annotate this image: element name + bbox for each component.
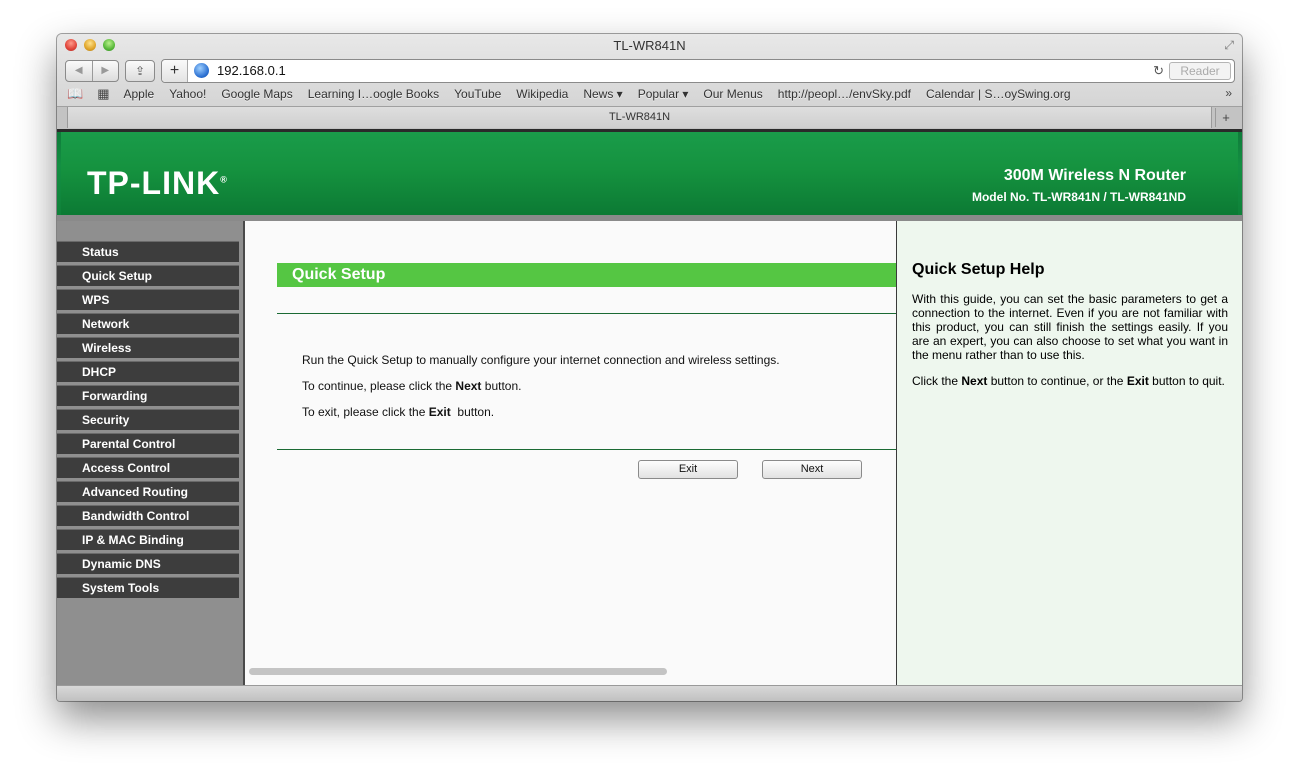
- menu-item-ip-mac-binding[interactable]: IP & MAC Binding: [57, 529, 239, 550]
- help-next-bold: Next: [961, 374, 988, 388]
- menu-item-wps[interactable]: WPS: [57, 289, 239, 310]
- menu-item-forwarding[interactable]: Forwarding: [57, 385, 239, 406]
- window-title: TL-WR841N: [613, 38, 686, 53]
- fullscreen-icon[interactable]: ⤢: [1224, 38, 1234, 53]
- address-bar[interactable]: + 192.168.0.1 ↻ Reader: [161, 59, 1235, 83]
- web-page: TP-LINK® 300M Wireless N Router Model No…: [57, 129, 1242, 685]
- bookmark-item[interactable]: Wikipedia: [516, 87, 568, 101]
- reader-button[interactable]: Reader: [1169, 62, 1231, 80]
- menu-item-quick-setup[interactable]: Quick Setup: [57, 265, 239, 286]
- menu-item-status[interactable]: Status: [57, 241, 239, 262]
- bookmark-item[interactable]: News ▾: [583, 87, 622, 101]
- menu-item-dynamic-dns[interactable]: Dynamic DNS: [57, 553, 239, 574]
- menu-item-advanced-routing[interactable]: Advanced Routing: [57, 481, 239, 502]
- bookmark-item[interactable]: Yahoo!: [169, 87, 206, 101]
- nav-buttons: ◀ ▶: [65, 60, 119, 82]
- model-number: Model No. TL-WR841N / TL-WR841ND: [971, 190, 1186, 204]
- menu-item-system-tools[interactable]: System Tools: [57, 577, 239, 598]
- bookmarks-bar: 📖 ▦ Apple Yahoo! Google Maps Learning I……: [67, 86, 1236, 102]
- menu-item-wireless[interactable]: Wireless: [57, 337, 239, 358]
- help-exit-bold: Exit: [1126, 374, 1149, 388]
- bookmark-item[interactable]: Apple: [123, 87, 154, 101]
- help-instructions-pre: Click the: [912, 374, 962, 388]
- status-bar: [57, 685, 1242, 701]
- exit-text: To exit, please click the Exit button.: [302, 405, 494, 419]
- menu-item-parental-control[interactable]: Parental Control: [57, 433, 239, 454]
- browser-chrome: TL-WR841N ⤢ ◀ ▶ ⇪ + 192.168.0.1 ↻ Reader…: [57, 34, 1242, 129]
- continue-text-post: button.: [481, 379, 522, 393]
- reload-icon[interactable]: ↻: [1153, 63, 1164, 79]
- exit-text-bold: Exit: [428, 405, 451, 419]
- continue-text: To continue, please click the Next butto…: [302, 379, 521, 393]
- browser-window: TL-WR841N ⤢ ◀ ▶ ⇪ + 192.168.0.1 ↻ Reader…: [57, 34, 1242, 701]
- reading-list-icon[interactable]: 📖: [67, 86, 83, 102]
- tp-link-logo: TP-LINK®: [87, 165, 228, 201]
- banner-inner: TP-LINK® 300M Wireless N Router Model No…: [61, 132, 1238, 215]
- menu-item-dhcp[interactable]: DHCP: [57, 361, 239, 382]
- bookmark-item[interactable]: Our Menus: [703, 87, 762, 101]
- help-pane: Quick Setup Help With this guide, you ca…: [896, 221, 1242, 685]
- product-name: 300M Wireless N Router: [1003, 167, 1186, 184]
- globe-icon: [194, 63, 209, 78]
- forward-icon[interactable]: ▶: [93, 61, 119, 81]
- more-bookmarks-icon[interactable]: »: [1225, 86, 1232, 100]
- divider-bottom: [277, 449, 896, 450]
- new-tab-icon[interactable]: +: [1215, 108, 1236, 127]
- menu-item-security[interactable]: Security: [57, 409, 239, 430]
- exit-text-post: button.: [450, 405, 495, 419]
- header-banner: TP-LINK® 300M Wireless N Router Model No…: [57, 129, 1242, 221]
- menu-item-network[interactable]: Network: [57, 313, 239, 334]
- section-title: Quick Setup: [277, 263, 896, 287]
- divider-top: [277, 313, 896, 314]
- menu-item-access-control[interactable]: Access Control: [57, 457, 239, 478]
- bookmark-item[interactable]: Learning I…oogle Books: [308, 87, 439, 101]
- bookmark-item[interactable]: Popular ▾: [638, 87, 689, 101]
- tab-bar: TL-WR841N +: [57, 106, 1242, 129]
- continue-text-bold: Next: [455, 379, 482, 393]
- help-text: With this guide, you can set the basic p…: [912, 292, 1228, 362]
- help-instructions-mid: button to continue, or the: [987, 374, 1127, 388]
- help-instructions-post: button to quit.: [1148, 374, 1225, 388]
- help-instructions: Click the Next button to continue, or th…: [912, 374, 1228, 388]
- share-icon[interactable]: ⇪: [125, 60, 155, 82]
- url-text[interactable]: 192.168.0.1: [217, 63, 286, 78]
- top-sites-icon[interactable]: ▦: [97, 86, 109, 102]
- sidebar-menu: Status Quick Setup WPS Network Wireless …: [57, 221, 243, 685]
- horizontal-scrollbar[interactable]: [249, 668, 667, 675]
- menu-item-bandwidth-control[interactable]: Bandwidth Control: [57, 505, 239, 526]
- help-title: Quick Setup Help: [912, 261, 1045, 278]
- intro-text: Run the Quick Setup to manually configur…: [302, 353, 780, 367]
- main-frame: Quick Setup Run the Quick Setup to manua…: [243, 221, 900, 685]
- exit-text-pre: To exit, please click the: [302, 405, 429, 419]
- bookmark-item[interactable]: http://peopl…/envSky.pdf: [778, 87, 911, 101]
- next-button[interactable]: Next: [762, 460, 862, 479]
- add-bookmark-icon[interactable]: +: [162, 60, 188, 82]
- bookmark-item[interactable]: Google Maps: [221, 87, 292, 101]
- back-icon[interactable]: ◀: [66, 61, 93, 81]
- bookmark-item[interactable]: Calendar | S…oySwing.org: [926, 87, 1071, 101]
- bookmark-item[interactable]: YouTube: [454, 87, 501, 101]
- continue-text-pre: To continue, please click the: [302, 379, 456, 393]
- exit-button[interactable]: Exit: [638, 460, 738, 479]
- logo-text: TP-LINK: [87, 165, 221, 201]
- tab-tl-wr841n[interactable]: TL-WR841N: [67, 107, 1212, 128]
